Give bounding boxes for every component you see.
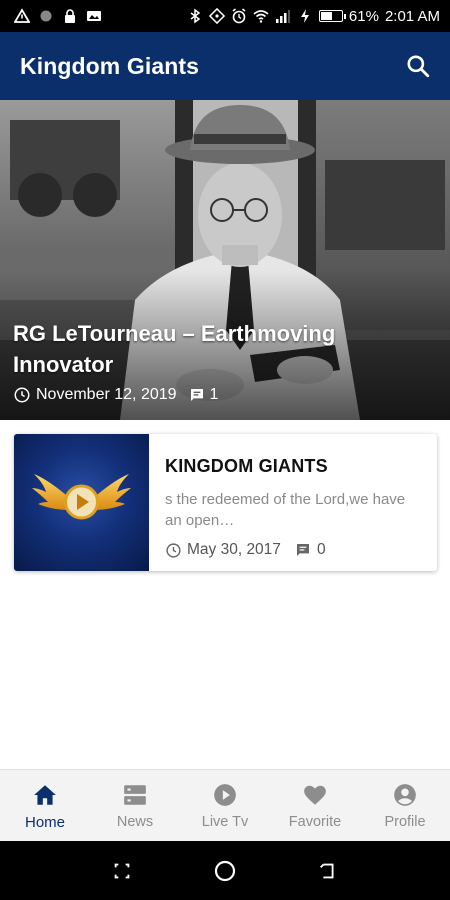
battery-icon <box>318 10 346 22</box>
battery-fill <box>320 12 333 20</box>
app-bar: Kingdom Giants <box>0 32 450 100</box>
signal-icon <box>275 10 290 23</box>
comment-icon <box>295 542 311 558</box>
home-system-button[interactable] <box>205 851 245 891</box>
back-button[interactable] <box>308 851 348 891</box>
back-icon <box>320 863 334 878</box>
featured-post-title[interactable]: RG LeTourneau – Earthmoving Innovator <box>13 318 393 380</box>
search-icon <box>407 55 430 78</box>
bottom-navigation: Home News Live Tv Favorite Profile <box>0 769 450 841</box>
featured-post-date: November 12, 2019 <box>36 386 177 403</box>
status-time: 2:01 AM <box>384 7 440 25</box>
clock-icon <box>165 542 182 559</box>
post-excerpt: s the redeemed of the Lord,we have an op… <box>165 491 406 529</box>
lock-icon <box>65 9 75 23</box>
wifi-icon <box>253 10 269 23</box>
heart-icon <box>304 785 326 805</box>
battery-percent: 61% <box>348 7 379 25</box>
nav-label-home: Home <box>24 814 65 831</box>
news-icon <box>124 785 146 805</box>
nav-label-news: News <box>116 814 154 830</box>
post-card[interactable]: KINGDOM GIANTS s the redeemed of the Lor… <box>14 434 437 571</box>
rotate-icon <box>208 8 225 24</box>
nav-item-live-tv[interactable]: Live Tv <box>180 770 270 841</box>
bluetooth-icon <box>190 8 201 24</box>
charging-icon <box>300 9 309 23</box>
recent-apps-icon <box>114 863 129 878</box>
nav-label-profile: Profile <box>384 814 426 830</box>
nav-item-home[interactable]: Home <box>0 770 90 841</box>
search-button[interactable] <box>402 50 434 82</box>
recent-apps-button[interactable] <box>102 851 142 891</box>
featured-post[interactable]: RG LeTourneau – Earthmoving Innovator No… <box>0 100 450 420</box>
nav-item-news[interactable]: News <box>90 770 180 841</box>
image-icon <box>87 11 101 21</box>
nav-label-favorite: Favorite <box>288 814 342 830</box>
warning-icon <box>14 8 30 23</box>
post-comment-count: 0 <box>316 541 326 558</box>
featured-post-meta: November 12, 2019 1 <box>13 386 218 404</box>
post-title[interactable]: KINGDOM GIANTS <box>165 456 425 477</box>
post-date: May 30, 2017 <box>187 541 281 558</box>
nav-item-favorite[interactable]: Favorite <box>270 770 360 841</box>
status-left <box>14 8 102 24</box>
account-icon <box>394 784 416 806</box>
app-title: Kingdom Giants <box>20 52 200 79</box>
nav-label-live-tv: Live Tv <box>201 814 249 830</box>
post-card-body: KINGDOM GIANTS s the redeemed of the Lor… <box>149 434 437 571</box>
post-meta: May 30, 2017 0 <box>165 541 425 559</box>
status-right: 61% 2:01 AM <box>187 8 440 25</box>
play-circle-icon <box>214 784 236 806</box>
winged-play-icon <box>32 474 131 520</box>
featured-post-comment-count: 1 <box>209 386 219 403</box>
nav-item-profile[interactable]: Profile <box>360 770 450 841</box>
circle-home-icon <box>214 860 236 881</box>
comment-icon <box>189 387 205 403</box>
dot-icon <box>40 10 52 22</box>
post-thumbnail <box>14 434 149 571</box>
status-bar: 61% 2:01 AM <box>0 0 450 32</box>
system-navigation-bar <box>0 841 450 900</box>
home-icon <box>34 785 56 805</box>
alarm-icon <box>232 8 246 24</box>
clock-icon <box>13 386 31 404</box>
